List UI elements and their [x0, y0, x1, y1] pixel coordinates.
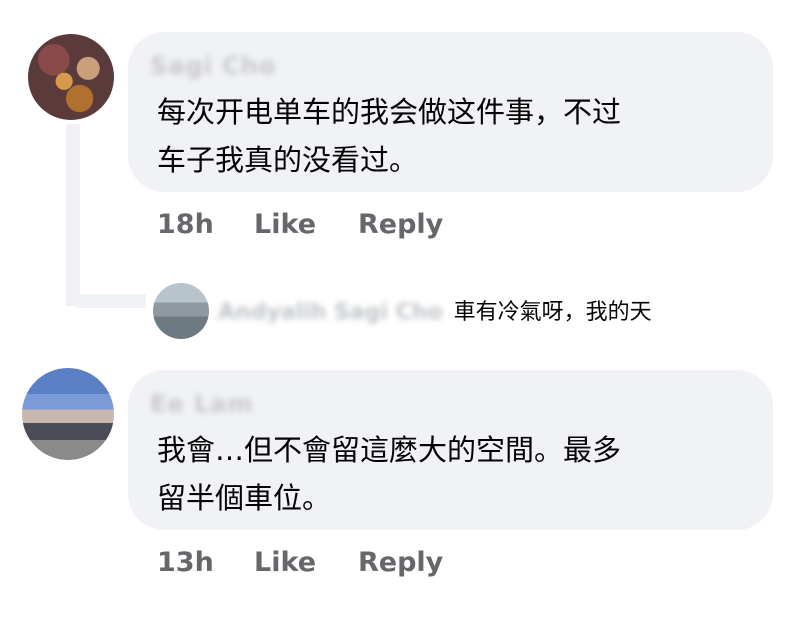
comment-timestamp[interactable]: 18h — [157, 209, 214, 240]
avatar[interactable] — [153, 283, 209, 339]
comment-text-line: 我會…但不會留這麼大的空間。最多 — [157, 433, 622, 467]
reply-author[interactable]: Andyalih Sagi Cho — [218, 300, 443, 325]
comment-text-line: 每次开电单车的我会做这件事，不过 — [157, 95, 622, 129]
thread-line — [66, 124, 80, 306]
avatar[interactable] — [22, 368, 114, 460]
comment-text: 每次开电单车的我会做这件事，不过 车子我真的没看过。 — [157, 88, 757, 184]
comment-author[interactable]: Sagi Cho — [150, 52, 276, 80]
like-button[interactable]: Like — [254, 209, 316, 240]
comment-text-line: 车子我真的没看过。 — [157, 143, 419, 177]
reply-button[interactable]: Reply — [358, 547, 443, 578]
reply-text: 車有冷氣呀，我的天 — [453, 300, 652, 325]
comment-timestamp[interactable]: 13h — [157, 547, 214, 578]
thread-line-branch — [66, 294, 146, 308]
comment-text: 我會…但不會留這麼大的空間。最多 留半個車位。 — [157, 426, 757, 522]
reply-preview[interactable]: Andyalih Sagi Cho 車有冷氣呀，我的天 — [218, 294, 652, 326]
comment-text-line: 留半個車位。 — [157, 481, 332, 515]
reply-button[interactable]: Reply — [358, 209, 443, 240]
like-button[interactable]: Like — [254, 547, 316, 578]
comment-author[interactable]: Ee Lam — [150, 390, 254, 418]
avatar[interactable] — [28, 34, 114, 120]
